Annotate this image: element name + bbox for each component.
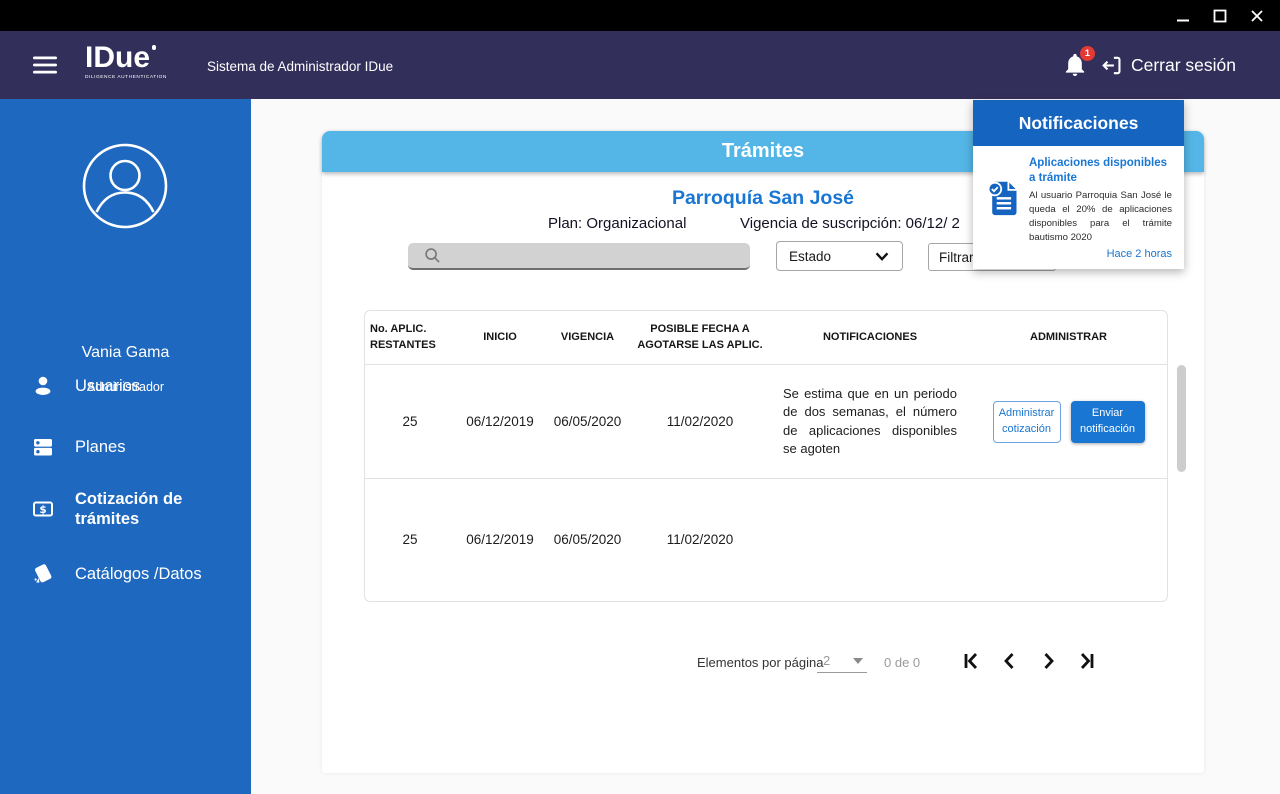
first-page-icon[interactable]	[960, 649, 984, 673]
pagination-nav	[960, 649, 1098, 673]
notification-item[interactable]: Aplicaciones disponibles a trámite Al us…	[973, 146, 1184, 269]
sidebar-item-cotizacion[interactable]: $ Cotización de trámites	[0, 489, 251, 529]
table-header-row: No. APLIC. RESTANTES INICIO VIGENCIA POS…	[365, 311, 1167, 365]
window-titlebar	[0, 0, 1280, 31]
cell-posible-fecha: 11/02/2020	[630, 414, 770, 429]
enviar-notificacion-button[interactable]: Enviar notificación	[1071, 401, 1145, 443]
logout-icon	[1100, 54, 1123, 77]
appbar-actions: 1 Cerrar sesión	[1062, 31, 1236, 99]
app-title: Sistema de Administrador IDue	[207, 59, 393, 74]
page-range: 0 de 0	[884, 655, 920, 670]
cell-inicio: 06/12/2019	[455, 532, 545, 547]
col-header-restantes: No. APLIC. RESTANTES	[365, 322, 455, 354]
cell-vigencia: 06/05/2020	[545, 414, 630, 429]
cell-restantes: 25	[365, 532, 455, 547]
estado-select[interactable]: Estado	[776, 241, 903, 271]
search-icon	[424, 247, 441, 264]
page-size-label: Elementos por página	[697, 655, 823, 670]
document-check-icon	[985, 156, 1029, 260]
logout-button[interactable]: Cerrar sesión	[1100, 54, 1236, 77]
cell-inicio: 06/12/2019	[455, 414, 545, 429]
quote-dollar-icon: $	[31, 497, 55, 521]
logout-label: Cerrar sesión	[1131, 55, 1236, 76]
subscription-label: Vigencia de suscripción: 06/12/ 2	[740, 215, 960, 232]
close-icon[interactable]	[1248, 7, 1266, 25]
sidebar-item-planes[interactable]: Planes	[0, 435, 251, 459]
cell-posible-fecha: 11/02/2020	[630, 532, 770, 547]
tramites-table: No. APLIC. RESTANTES INICIO VIGENCIA POS…	[364, 310, 1168, 602]
notification-body: Al usuario Parroquia San José le queda e…	[1029, 189, 1172, 245]
previous-page-icon[interactable]	[998, 649, 1022, 673]
page-size-select[interactable]: 2	[817, 649, 867, 673]
app-logo: IDue DILIGENCE AUTHENTICATION	[85, 42, 167, 80]
col-header-administrar: ADMINISTRAR	[970, 330, 1167, 346]
estado-label: Estado	[789, 249, 831, 264]
last-page-icon[interactable]	[1074, 649, 1098, 673]
user-name: Vania Gama	[0, 344, 251, 362]
triangle-down-icon	[853, 658, 863, 664]
cell-administrar: Administrar cotización Enviar notificaci…	[970, 401, 1167, 443]
plans-icon	[31, 435, 55, 459]
logo-dot	[152, 45, 157, 50]
sidebar-item-catalogos[interactable]: Catálogos /Datos	[0, 562, 251, 586]
logo-text: IDue	[85, 41, 150, 74]
user-icon	[31, 374, 55, 398]
menu-icon[interactable]	[32, 55, 58, 75]
cell-notificaciones: Se estima que en un periodo de dos seman…	[770, 385, 970, 459]
notification-content: Aplicaciones disponibles a trámite Al us…	[1029, 156, 1172, 260]
search-input[interactable]	[449, 248, 750, 264]
col-header-notificaciones: NOTIFICACIONES	[770, 330, 970, 346]
avatar	[82, 143, 168, 234]
minimize-icon[interactable]	[1174, 7, 1192, 25]
page-size-value: 2	[823, 653, 830, 668]
scrollbar-thumb[interactable]	[1177, 365, 1186, 472]
notifications-bell-button[interactable]: 1	[1062, 52, 1088, 78]
table-row: 25 06/12/2019 06/05/2020 11/02/2020 Se e…	[365, 365, 1167, 479]
search-box[interactable]	[408, 243, 750, 270]
notification-badge: 1	[1080, 46, 1095, 61]
cell-vigencia: 06/05/2020	[545, 532, 630, 547]
maximize-icon[interactable]	[1211, 7, 1229, 25]
col-header-vigencia: VIGENCIA	[545, 330, 630, 346]
notification-time: Hace 2 horas	[1029, 248, 1172, 260]
notifications-panel-title: Notificaciones	[973, 100, 1184, 146]
next-page-icon[interactable]	[1036, 649, 1060, 673]
table-row: 25 06/12/2019 06/05/2020 11/02/2020	[365, 479, 1167, 600]
catalog-cards-icon	[31, 562, 55, 586]
app-window: IDue DILIGENCE AUTHENTICATION Sistema de…	[0, 0, 1280, 794]
app-header: IDue DILIGENCE AUTHENTICATION Sistema de…	[0, 31, 1280, 99]
sidebar: Vania Gama Administrador Usuarios Planes…	[0, 99, 251, 794]
notifications-panel: Notificaciones Aplicaciones disponibles …	[973, 100, 1184, 269]
administrar-cotizacion-button[interactable]: Administrar cotización	[993, 401, 1061, 443]
notification-title[interactable]: Aplicaciones disponibles a trámite	[1029, 156, 1172, 186]
svg-text:$: $	[39, 504, 46, 516]
chevron-down-icon	[872, 246, 892, 266]
sidebar-item-usuarios[interactable]: Usuarios	[0, 374, 251, 398]
col-header-inicio: INICIO	[455, 330, 545, 346]
plan-label: Plan: Organizacional	[548, 215, 686, 232]
cell-restantes: 25	[365, 414, 455, 429]
logo-subtitle: DILIGENCE AUTHENTICATION	[85, 75, 167, 80]
page-title: Trámites	[722, 140, 804, 162]
col-header-posible-fecha: POSIBLE FECHA A AGOTARSE LAS APLIC.	[630, 322, 770, 354]
